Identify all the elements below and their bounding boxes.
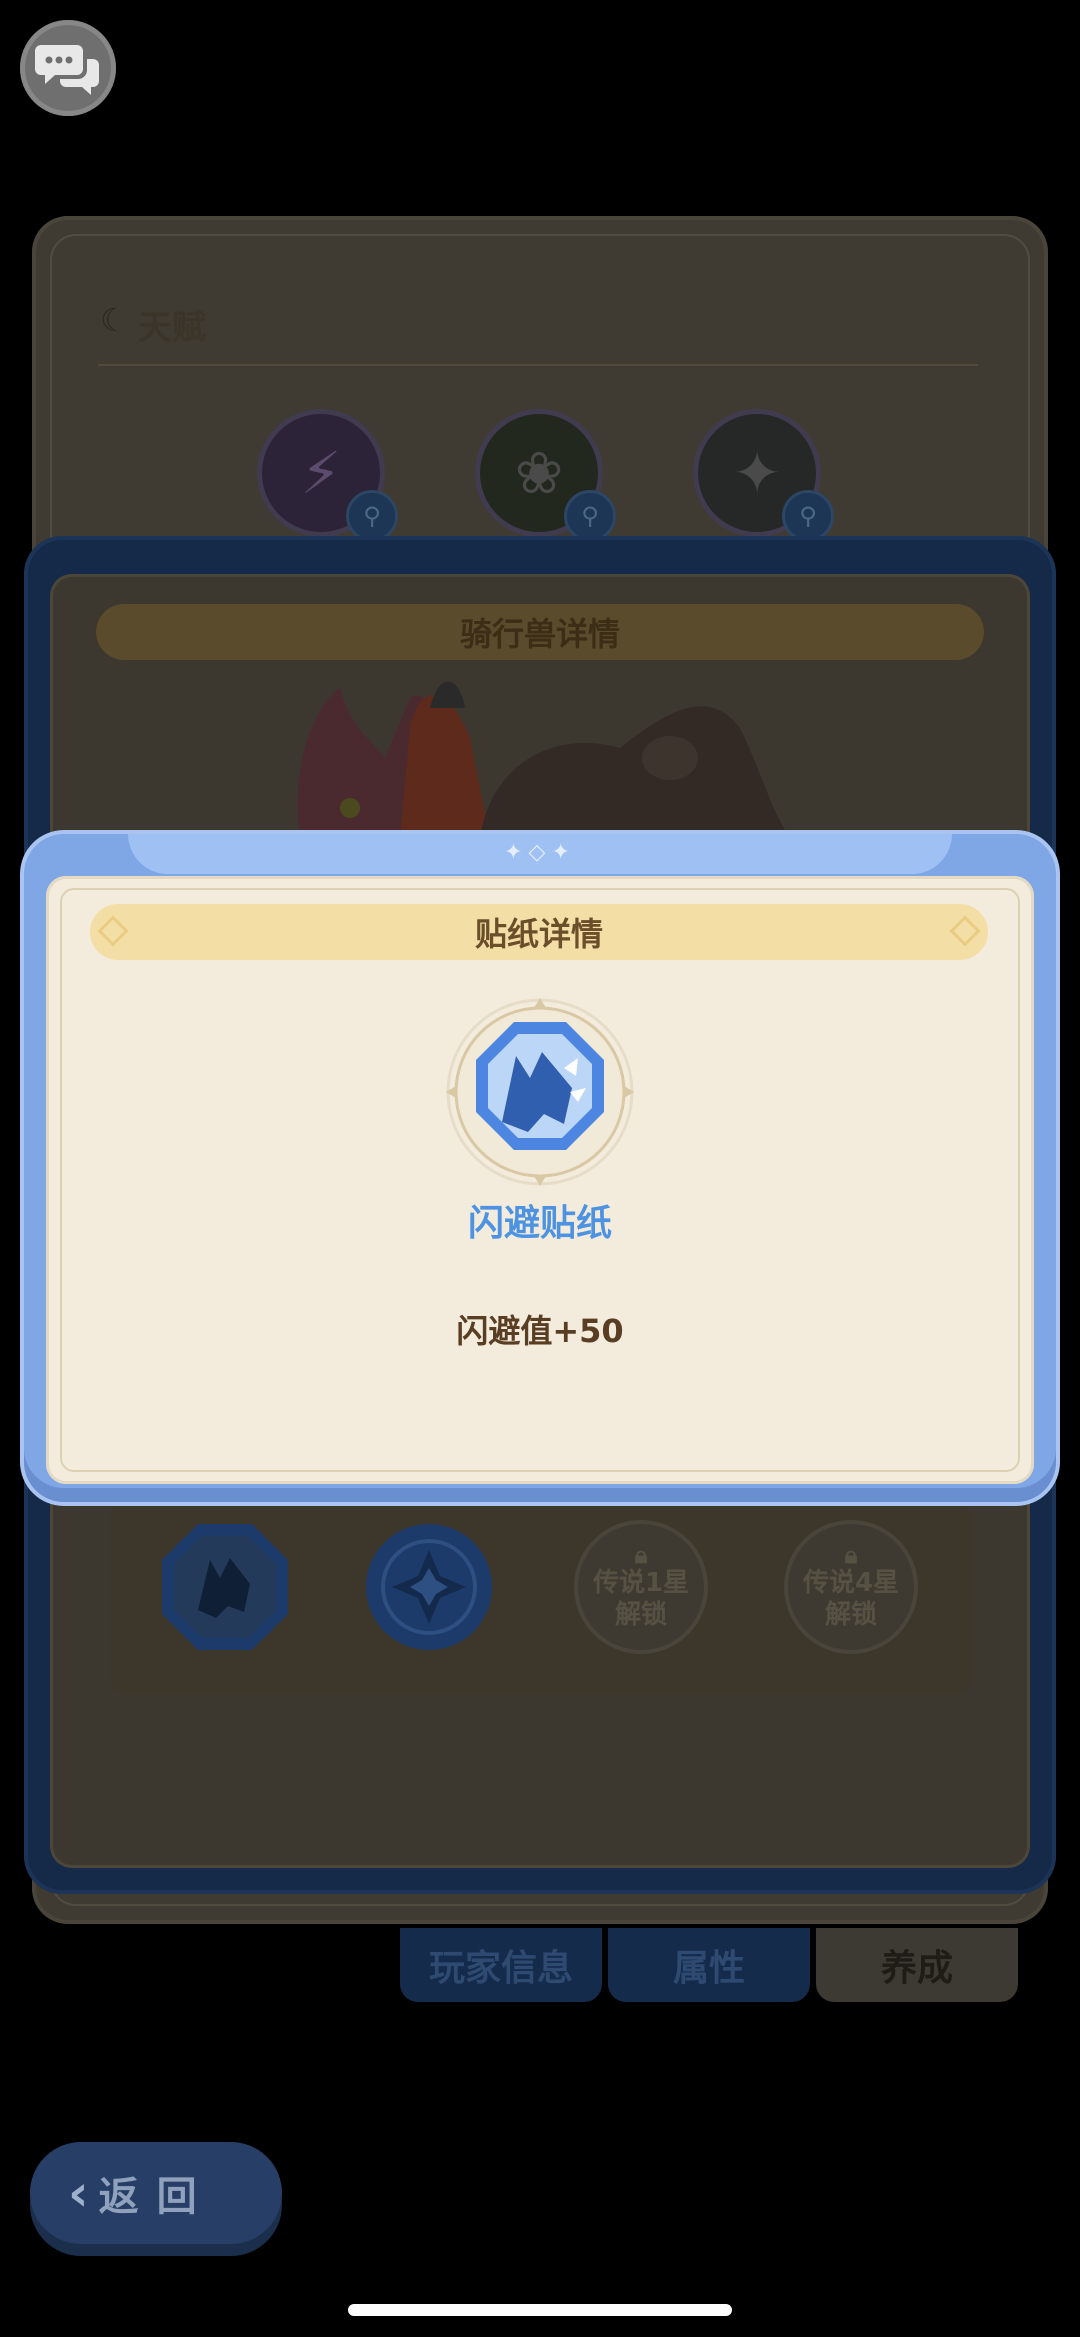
talent-moon-icon: ☾ [100,301,129,339]
lock-icon: 🔒︎ [844,1541,858,1569]
dialog-title: 贴纸详情 [90,904,988,960]
sticker-effect: 闪避值+50 [456,1312,624,1350]
talent-orb-lightning[interactable]: ⚡ ⚲ [262,414,398,542]
locked-sticker-slot[interactable]: 🔒︎ 传说4星 解锁 [788,1524,914,1650]
magnify-icon[interactable]: ⚲ [564,490,616,542]
wolf-sticker-slot[interactable] [158,1520,292,1654]
back-label: 返回 [98,2174,215,2220]
talent-title: 天赋 [138,308,206,348]
magnify-icon[interactable]: ⚲ [782,490,834,542]
tab-player-info[interactable]: 玩家信息 [400,1928,602,2002]
chat-bubbles-icon [35,45,99,95]
tab-training[interactable]: 养成 [816,1928,1018,2002]
unlock-label: 解锁 [614,1600,667,1630]
back-button[interactable]: ‹ 返回 [30,2142,282,2244]
mount-detail-title: 骑行兽详情 [96,604,984,660]
dodge-sticker-icon [446,998,634,1186]
sticker-name: 闪避贴纸 [467,1203,612,1244]
mount-creature-image [297,681,790,838]
divider [98,364,978,366]
unlock-condition: 传说1星 [592,1568,690,1598]
compass-sticker-slot[interactable] [362,1520,496,1654]
tab-attributes[interactable]: 属性 [608,1928,810,2002]
back-arrow-icon: ‹ [68,2164,89,2222]
unlock-condition: 传说4星 [802,1568,900,1598]
magnify-icon[interactable]: ⚲ [346,490,398,542]
chat-button[interactable] [20,20,116,116]
diamond-ornament-icon: ✦◇✦ [504,840,576,865]
talent-orb-flower[interactable]: ❀ ⚲ [480,414,616,542]
talent-orb-star[interactable]: ✦ ⚲ [698,414,834,542]
locked-sticker-slot[interactable]: 🔒︎ 传说1星 解锁 [578,1524,704,1650]
home-indicator[interactable] [348,2304,732,2316]
lock-icon: 🔒︎ [634,1541,648,1569]
unlock-label: 解锁 [824,1600,877,1630]
